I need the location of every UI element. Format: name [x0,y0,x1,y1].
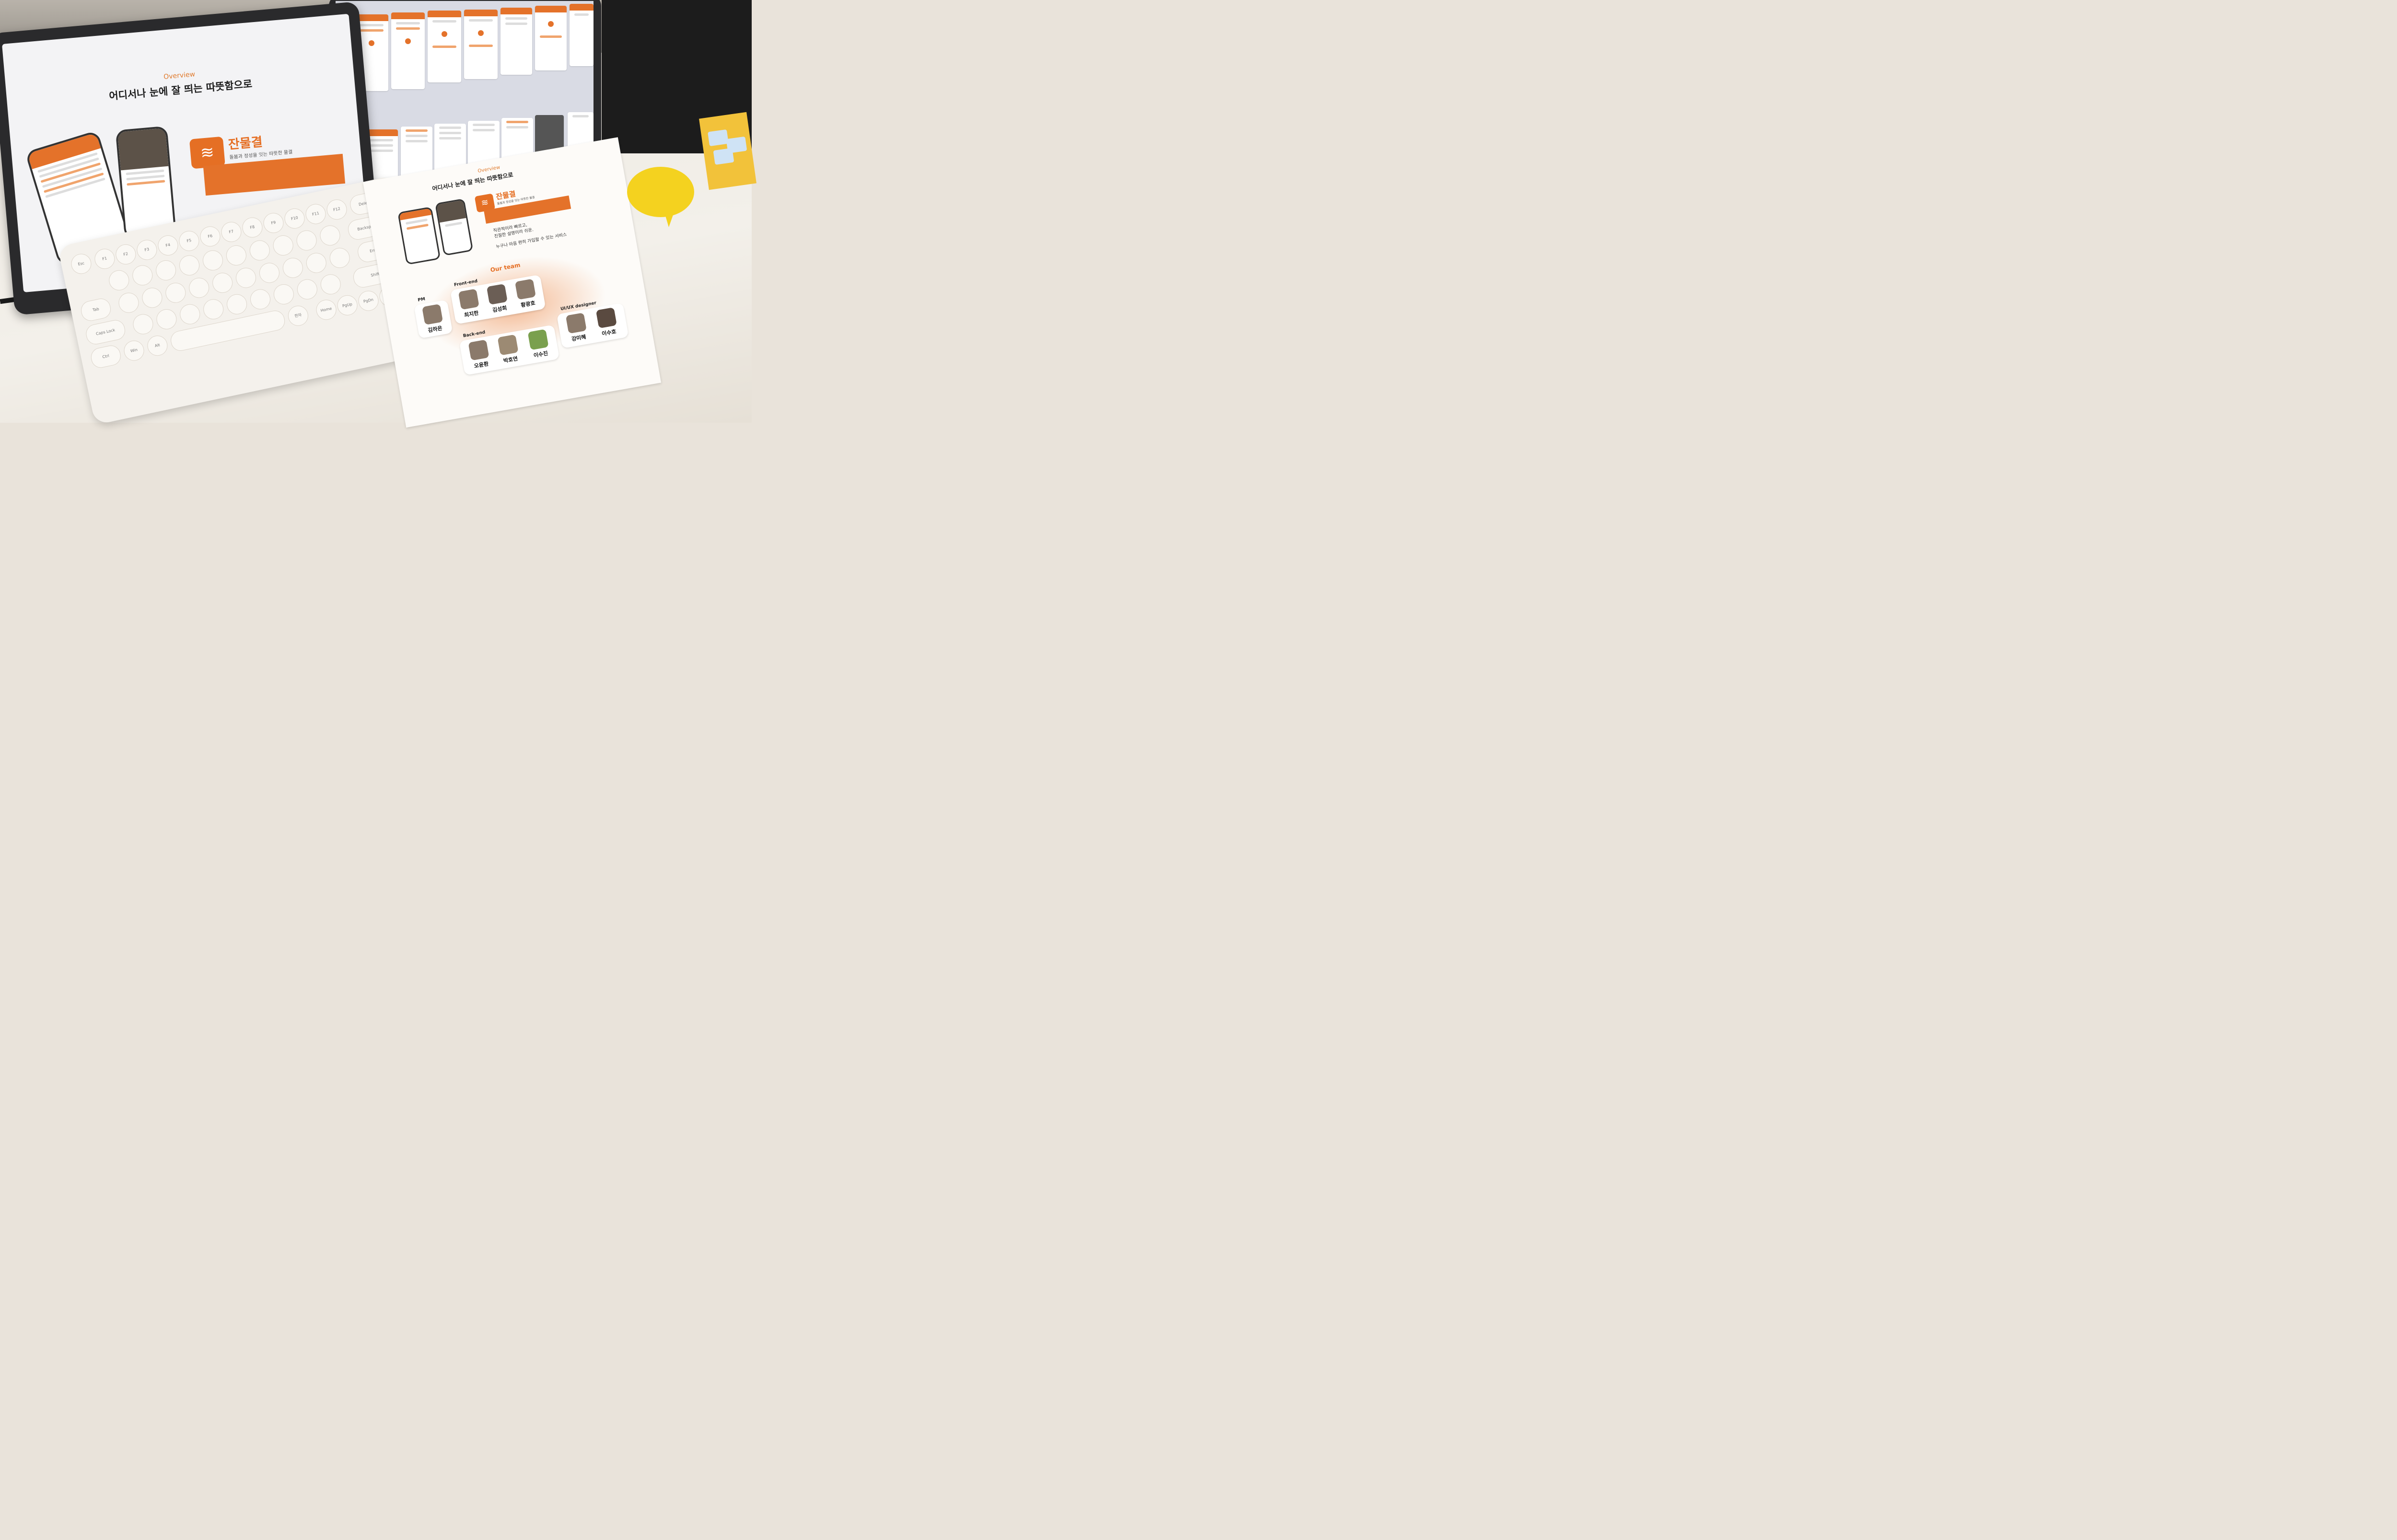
candy-box [699,112,756,190]
member-photo [468,339,489,361]
member-photo [514,278,536,300]
key-f3[interactable]: F3 [135,238,159,262]
key[interactable] [224,243,248,267]
key-hanja[interactable]: 한자 [286,303,310,328]
screen-thumbnail [391,12,425,89]
key[interactable] [247,238,272,263]
yellow-speech-bubble-sticker [627,167,694,217]
member-name: 이수호 [601,328,617,337]
key-f4[interactable]: F4 [156,233,180,257]
brand-name: 잔물결 [227,135,263,152]
key[interactable] [140,286,164,310]
screen-thumbnail [428,11,461,82]
key[interactable] [201,297,226,322]
key-f8[interactable]: F8 [240,215,265,240]
key[interactable] [257,261,281,285]
member-photo [486,283,508,305]
key[interactable] [280,255,305,280]
screen-thumbnail [464,10,498,79]
member-name: 김성희 [492,304,508,314]
candy-wrapper [713,148,734,165]
key[interactable] [210,271,235,295]
key[interactable] [201,248,225,273]
key[interactable] [295,277,319,301]
key[interactable] [116,290,141,315]
key[interactable] [130,263,155,288]
key-f7[interactable]: F7 [219,220,244,244]
member-name: 이수진 [533,350,549,359]
key-f12[interactable]: F12 [325,197,349,222]
key[interactable] [318,223,342,248]
key[interactable] [271,233,295,257]
member-photo [595,307,617,329]
key[interactable] [248,287,272,312]
key-f10[interactable]: F10 [282,206,307,231]
key[interactable] [318,272,343,297]
screen-thumbnail [535,6,567,70]
key-home[interactable]: Home [314,298,338,322]
key-caps-lock[interactable]: Caps Lock [84,318,127,347]
screen-thumbnail [500,8,532,75]
member-photo [565,313,587,334]
key[interactable] [294,228,319,253]
member-name: 황광호 [520,300,536,309]
poster-phone-mockup [435,198,474,256]
key[interactable] [178,302,202,326]
key-f1[interactable]: F1 [93,247,117,271]
key[interactable] [107,268,131,292]
key-esc[interactable]: Esc [69,252,93,276]
member-name: 박호연 [502,355,519,364]
poster-headline: 어디서나 눈에 잘 띄는 따뜻함으로 [431,171,514,192]
member-name: 오윤환 [473,360,489,370]
pm-card: 김하은 [414,300,453,339]
key[interactable] [271,282,296,306]
key-alt[interactable]: Alt [145,334,170,358]
speech-bubble-tail [664,211,675,227]
member-photo [497,334,519,356]
candy-wrapper [708,129,729,147]
key[interactable] [327,246,352,270]
key-f2[interactable]: F2 [114,242,138,266]
key-f5[interactable]: F5 [177,229,201,253]
member-name: 최지한 [464,310,479,319]
key-win[interactable]: Win [122,338,146,363]
key[interactable] [163,280,188,305]
key[interactable] [225,292,249,316]
member-photo [527,329,549,350]
key[interactable] [154,307,179,331]
poster-phone-mockup [397,206,441,265]
key-f11[interactable]: F11 [303,202,328,226]
key-f6[interactable]: F6 [198,224,222,249]
printed-poster: Overview 어디서나 눈에 잘 띄는 따뜻함으로 ≋ 잔물결 돌봄과 정성… [363,137,662,428]
phone-mockup [115,126,177,240]
member-photo [458,289,479,310]
member-name: 김하은 [427,324,443,334]
key-pgup[interactable]: PgUp [335,293,360,317]
key[interactable] [177,253,201,278]
member-photo [422,303,443,325]
screen-thumbnail [570,4,593,66]
key[interactable] [187,276,211,300]
key-tab[interactable]: Tab [79,297,113,323]
key[interactable] [131,312,155,336]
member-name: 강미혜 [571,334,587,343]
key[interactable] [154,258,178,282]
key[interactable] [304,251,328,275]
key-f9[interactable]: F9 [261,211,286,235]
key-pgdn[interactable]: PgDn [356,289,381,313]
key-ctrl[interactable]: Ctrl [89,344,123,370]
key[interactable] [234,266,258,290]
